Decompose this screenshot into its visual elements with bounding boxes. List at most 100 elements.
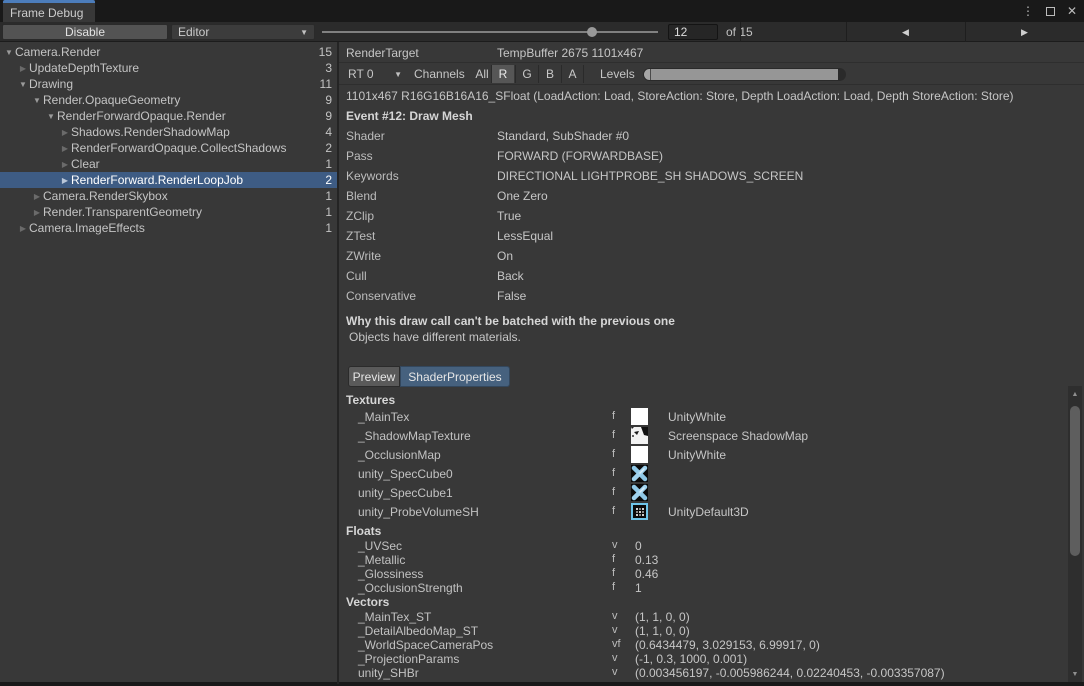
rt-dropdown[interactable]: RT 0 ▼ <box>343 65 407 83</box>
toolbar: Disable Editor ▼ 12 of 15 ◀ ▶ <box>0 22 1084 42</box>
texture-thumbnail-shadowmap[interactable] <box>631 427 648 444</box>
property-row: ZTest LessEqual <box>346 229 554 243</box>
close-icon[interactable]: ✕ <box>1064 3 1080 19</box>
tree-item[interactable]: ▶ Camera.ImageEffects 1 <box>0 220 337 236</box>
channel-g-button[interactable]: G <box>515 65 538 83</box>
tab-frame-debug[interactable]: Frame Debug <box>3 0 95 22</box>
frame-debug-window: Frame Debug ⋮ ✕ Disable Editor ▼ 12 of 1… <box>0 0 1084 686</box>
property-row: ZClip True <box>346 209 522 223</box>
tree-item[interactable]: ▶ Shadows.RenderShadowMap 4 <box>0 124 337 140</box>
channels-label: Channels <box>414 67 465 81</box>
levels-range-slider[interactable] <box>643 68 846 81</box>
titlebar: Frame Debug ⋮ ✕ <box>0 0 1084 22</box>
channel-b-button[interactable]: B <box>538 65 561 83</box>
event-tree: ▼ Camera.Render 15 ▶ UpdateDepthTexture … <box>0 42 337 684</box>
disable-button[interactable]: Disable <box>2 24 168 40</box>
channel-r-button[interactable]: R <box>491 65 514 83</box>
editor-dropdown-label: Editor <box>178 25 210 39</box>
disclosure-expanded-icon[interactable]: ▼ <box>45 112 57 121</box>
float-row: _Glossiness f 0.46 <box>358 567 659 581</box>
tree-item[interactable]: ▼ RenderForwardOpaque.Render 9 <box>0 108 337 124</box>
texture-thumbnail-speccube[interactable] <box>631 465 648 482</box>
frame-slider[interactable] <box>322 22 658 42</box>
disclosure-collapsed-icon[interactable]: ▶ <box>59 144 71 153</box>
next-frame-button[interactable]: ▶ <box>965 22 1084 42</box>
window-controls: ⋮ ✕ <box>1020 0 1080 22</box>
render-target-row: RenderTarget TempBuffer 2675 1101x467 <box>339 42 1084 63</box>
event-count: 4 <box>325 125 332 139</box>
event-count: 1 <box>325 157 332 171</box>
tree-item[interactable]: ▼ Render.OpaqueGeometry 9 <box>0 92 337 108</box>
texture-row: unity_SpecCube1 f <box>339 484 1084 503</box>
tree-item[interactable]: ▼ Drawing 11 <box>0 76 337 92</box>
tree-item[interactable]: ▶ UpdateDepthTexture 3 <box>0 60 337 76</box>
disclosure-collapsed-icon[interactable]: ▶ <box>17 224 29 233</box>
disclosure-collapsed-icon[interactable]: ▶ <box>59 128 71 137</box>
tree-item[interactable]: ▼ Camera.Render 15 <box>0 44 337 60</box>
window-title: Frame Debug <box>10 5 84 20</box>
channel-a-button[interactable]: A <box>561 65 584 83</box>
texture-thumbnail-white[interactable] <box>631 446 648 463</box>
texture-thumbnail-speccube[interactable] <box>631 484 648 501</box>
vector-row: unity_SHBr v (0.003456197, -0.005986244,… <box>358 666 945 680</box>
event-count: 3 <box>325 61 332 75</box>
property-row: Conservative False <box>346 289 527 303</box>
property-row: Keywords DIRECTIONAL LIGHTPROBE_SH SHADO… <box>346 169 804 183</box>
texture-row: unity_ProbeVolumeSH f UnityDefault3D <box>358 503 749 520</box>
disclosure-collapsed-icon[interactable]: ▶ <box>59 176 71 185</box>
scroll-down-icon[interactable]: ▼ <box>1068 668 1082 680</box>
event-properties: Shader Standard, SubShader #0 Pass FORWA… <box>339 126 1084 306</box>
disclosure-collapsed-icon[interactable]: ▶ <box>59 160 71 169</box>
batch-explanation-reason: Objects have different materials. <box>349 330 521 344</box>
property-row: Pass FORWARD (FORWARDBASE) <box>346 149 664 163</box>
texture-thumbnail-probevolume[interactable] <box>631 503 648 520</box>
disclosure-expanded-icon[interactable]: ▼ <box>31 96 43 105</box>
vector-row: _MainTex_ST v (1, 1, 0, 0) <box>358 610 690 624</box>
disclosure-collapsed-icon[interactable]: ▶ <box>17 64 29 73</box>
tab-shader-properties[interactable]: ShaderProperties <box>400 366 510 387</box>
tab-preview[interactable]: Preview <box>348 366 400 387</box>
disclosure-expanded-icon[interactable]: ▼ <box>17 80 29 89</box>
disclosure-collapsed-icon[interactable]: ▶ <box>31 208 43 217</box>
float-row: _OcclusionStrength f 1 <box>358 581 642 595</box>
event-title: Event #12: Draw Mesh <box>346 109 473 123</box>
prev-frame-button[interactable]: ◀ <box>846 22 965 42</box>
event-count: 2 <box>325 173 332 187</box>
levels-min-handle[interactable] <box>644 69 651 80</box>
property-row: Shader Standard, SubShader #0 <box>346 129 630 143</box>
editor-dropdown[interactable]: Editor ▼ <box>171 24 315 40</box>
maximize-icon[interactable] <box>1042 3 1058 19</box>
scrollbar-thumb[interactable] <box>1070 406 1080 556</box>
texture-thumbnail-white[interactable] <box>631 408 648 425</box>
batch-explanation-title: Why this draw call can't be batched with… <box>346 314 675 328</box>
toolbar-separator <box>740 22 741 42</box>
scroll-up-icon[interactable]: ▲ <box>1068 388 1082 400</box>
float-row: _UVSec v 0 <box>358 539 642 553</box>
disclosure-expanded-icon[interactable]: ▼ <box>3 48 15 57</box>
levels-slider-bar <box>651 69 838 80</box>
properties-scrollbar[interactable]: ▲ ▼ <box>1068 386 1082 682</box>
property-row: ZWrite On <box>346 249 514 263</box>
tree-item[interactable]: ▶ Clear 1 <box>0 156 337 172</box>
tree-item[interactable]: ▶ Camera.RenderSkybox 1 <box>0 188 337 204</box>
texture-row: _OcclusionMap f UnityWhite <box>358 446 727 463</box>
tree-item-selected[interactable]: ▶ RenderForward.RenderLoopJob 2 <box>0 172 337 188</box>
tree-item[interactable]: ▶ Render.TransparentGeometry 1 <box>0 204 337 220</box>
disclosure-collapsed-icon[interactable]: ▶ <box>31 192 43 201</box>
kebab-menu-icon[interactable]: ⋮ <box>1020 3 1036 19</box>
levels-label: Levels <box>600 67 635 81</box>
render-target-value: TempBuffer 2675 1101x467 <box>497 46 644 60</box>
render-target-info: 1101x467 R16G16B16A16_SFloat (LoadAction… <box>346 89 1014 103</box>
vector-row: _WorldSpaceCameraPos vf (0.6434479, 3.02… <box>358 638 820 652</box>
frame-number-input[interactable]: 12 <box>668 24 718 40</box>
preview-tabs: Preview ShaderProperties <box>339 366 1084 387</box>
vector-row: _DetailAlbedoMap_ST v (1, 1, 0, 0) <box>358 624 690 638</box>
event-count: 2 <box>325 141 332 155</box>
tree-item[interactable]: ▶ RenderForwardOpaque.CollectShadows 2 <box>0 140 337 156</box>
floats-section-title: Floats <box>346 524 382 538</box>
frame-slider-handle[interactable] <box>587 27 598 37</box>
frame-slider-track <box>322 31 658 33</box>
texture-row: _MainTex f UnityWhite <box>358 408 727 425</box>
textures-section-title: Textures <box>346 393 396 407</box>
render-target-label: RenderTarget <box>346 46 419 60</box>
